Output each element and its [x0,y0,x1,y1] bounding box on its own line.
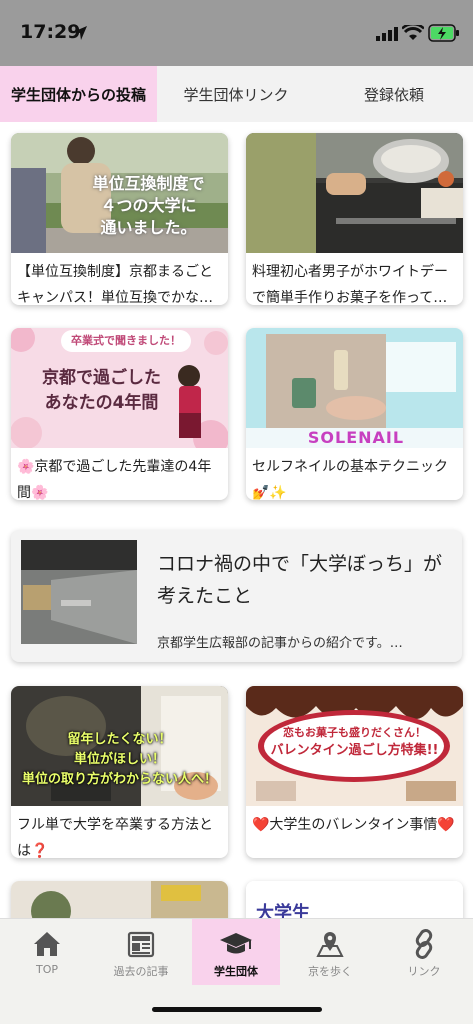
post-thumbnail: 大学生 [246,881,463,918]
overlay-line: あなたの4年間 [44,393,159,413]
featured-thumbnail [21,540,137,644]
overlay-line: 京都で過ごした [42,368,161,388]
post-caption: 料理初心者男子がホワイトデーで簡単手作りお菓子を作って… [252,264,448,305]
post-thumbnail: 留年したくない！ 単位がほしい！ 単位の取り方がわからない人へ！ [11,686,228,806]
status-bar: 17:29 [0,0,473,66]
nav-label: 京を歩く [308,965,352,978]
thumb-overlay-text: 大学生 [256,903,310,918]
featured-subtitle: 京都学生広報部の記事からの紹介です。… [157,636,403,651]
overlay-line: バレンタイン過ごし方特集!! [270,743,439,758]
thumb-overlay-text: 単位互換制度で ４つの大学に 通いました。 [71,173,226,239]
nav-item-past-articles[interactable]: 過去の記事 [97,919,185,985]
overlay-line: 留年したくない！ [67,732,172,747]
post-card[interactable]: 単位互換制度で ４つの大学に 通いました。 【単位互換制度】京都まるごとキャンパ… [11,133,228,305]
tab-student-posts[interactable]: 学生団体からの投稿 [0,66,157,122]
post-caption: フル単で大学を卒業する方法とは❓ [17,817,213,858]
thumb-overlay-text: 卒業式で聞きました！ [71,334,181,347]
nav-label: 学生団体 [214,965,258,978]
wifi-icon [402,25,424,40]
map-pin-icon [316,932,344,957]
overlay-line: ４つの大学に [100,196,197,215]
overlay-line: 単位互換制度で [92,174,205,193]
nav-item-top[interactable]: TOP [3,919,91,985]
post-card[interactable]: 恋もお菓子も盛りだくさん！ バレンタイン過ごし方特集!! ❤️大学生のバレンタイ… [246,686,463,858]
overlay-line: 恋もお菓子も盛りだくさん！ [283,726,426,739]
newspaper-icon [127,931,155,958]
location-arrow-icon [73,26,87,40]
post-thumbnail [11,881,228,918]
post-thumbnail: 恋もお菓子も盛りだくさん！ バレンタイン過ごし方特集!! [246,686,463,806]
post-thumbnail: 単位互換制度で ４つの大学に 通いました。 [11,133,228,253]
post-caption: 🌸京都で過ごした先輩達の4年間🌸 [17,459,212,500]
post-caption: セルフネイルの基本テクニック💅✨ [252,459,448,500]
post-card[interactable]: SOLENAIL セルフネイルの基本テクニック💅✨ [246,328,463,500]
post-caption: 【単位互換制度】京都まるごとキャンパス！単位互換でかな… [17,264,213,305]
overlay-line: 単位の取り方がわからない人へ！ [21,772,217,787]
overlay-line: 通いました。 [100,218,197,237]
nav-item-links[interactable]: リンク [380,919,468,985]
cellular-signal-icon [376,27,398,41]
post-card[interactable]: 料理初心者男子がホワイトデーで簡単手作りお菓子を作って… [246,133,463,305]
thumb-overlay-text: 留年したくない！ 単位がほしい！ 単位の取り方がわからない人へ！ [11,730,228,790]
nav-item-student-groups[interactable]: 学生団体 [192,919,280,985]
nav-label: 過去の記事 [113,965,169,978]
post-thumbnail: SOLENAIL [246,328,463,448]
battery-charging-icon [428,24,459,42]
post-card[interactable]: 留年したくない！ 単位がほしい！ 単位の取り方がわからない人へ！ フル単で大学を… [11,686,228,858]
post-card[interactable]: 大学生 [246,881,463,918]
nav-label: TOP [35,963,58,976]
nav-label: リンク [407,965,441,978]
bottom-nav: TOP 過去の記事 学生団体 京を歩く リンク [0,918,473,1024]
nav-item-kyoto-walk[interactable]: 京を歩く [286,919,374,985]
home-indicator [152,1007,322,1012]
featured-title: コロナ禍の中で「大学ぼっち」が考えたこと [157,553,443,607]
segment-tabs: 学生団体からの投稿 学生団体リンク 登録依頼 [0,66,473,122]
tab-registration-request[interactable]: 登録依頼 [315,66,473,122]
tab-student-links[interactable]: 学生団体リンク [157,66,315,122]
thumb-overlay-text: 京都で過ごした あなたの4年間 [19,366,184,416]
post-card[interactable]: 卒業式で聞きました！ 京都で過ごした あなたの4年間 🌸京都で過ごした先輩達の4… [11,328,228,500]
post-thumbnail [246,133,463,253]
link-icon [415,929,433,959]
thumb-overlay-text: SOLENAIL [307,428,405,447]
post-feed: 単位互換制度で ４つの大学に 通いました。 【単位互換制度】京都まるごとキャンパ… [0,122,473,918]
post-caption: ❤️大学生のバレンタイン事情❤️ [252,817,455,833]
featured-post-card[interactable]: コロナ禍の中で「大学ぼっち」が考えたこと 京都学生広報部の記事からの紹介です。… [11,530,462,662]
overlay-line: 単位がほしい！ [73,752,165,767]
post-thumbnail: 卒業式で聞きました！ 京都で過ごした あなたの4年間 [11,328,228,448]
post-card[interactable] [11,881,228,918]
home-icon [34,932,60,956]
graduation-cap-icon [220,933,252,954]
thumb-overlay-text: 恋もお菓子も盛りだくさん！ バレンタイン過ごし方特集!! [266,724,443,760]
